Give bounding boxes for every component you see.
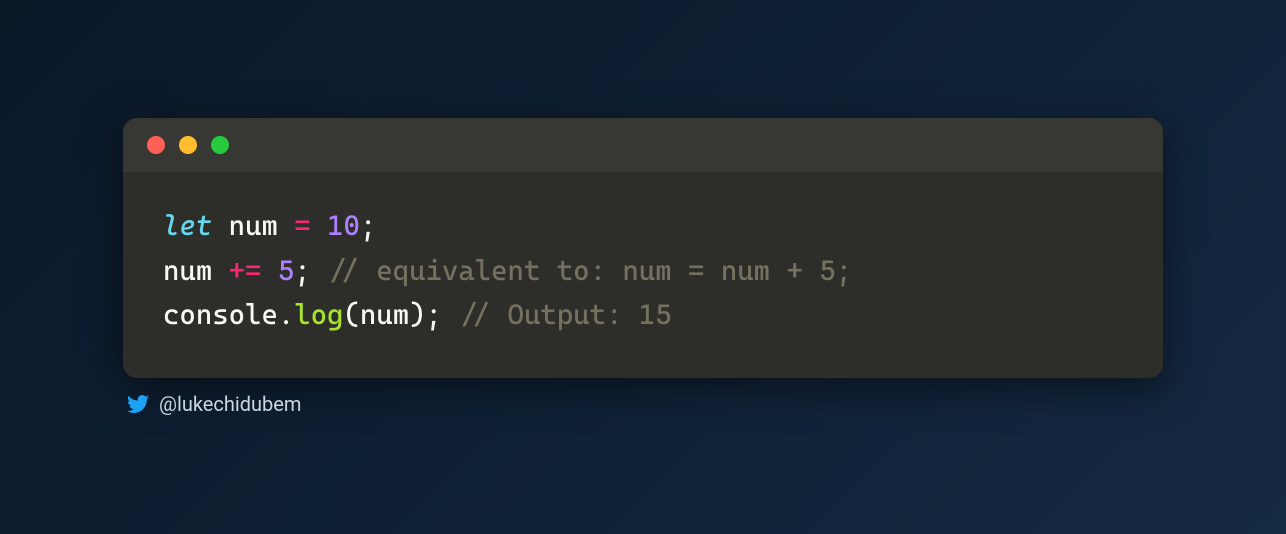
comment-output: // Output: 15 (458, 298, 671, 331)
comment-equivalent: // equivalent to: num = num + 5; (327, 254, 852, 287)
code-line-1: let num = 10; (163, 204, 1123, 249)
window-title-bar (123, 118, 1163, 172)
semicolon: ; (294, 254, 327, 287)
identifier-num: num (212, 209, 294, 242)
code-body: let num = 10; num += 5; // equivalent to… (123, 172, 1163, 378)
operator-equals: = (294, 209, 310, 242)
paren-open: ( (343, 298, 359, 331)
attribution: @lukechidubem (123, 392, 1163, 416)
method-log: log (294, 298, 343, 331)
code-window: let num = 10; num += 5; // equivalent to… (123, 118, 1163, 378)
semicolon: ; (360, 209, 376, 242)
identifier-console: console (163, 298, 278, 331)
number-10: 10 (311, 209, 360, 242)
minimize-icon[interactable] (179, 136, 197, 154)
arg-num: num (360, 298, 409, 331)
operator-plus-equals: += (229, 254, 262, 287)
code-line-2: num += 5; // equivalent to: num = num + … (163, 249, 1123, 294)
dot: . (278, 298, 294, 331)
twitter-icon (127, 393, 149, 415)
identifier-num: num (163, 254, 229, 287)
paren-close-semicolon: ); (409, 298, 458, 331)
code-line-3: console.log(num); // Output: 15 (163, 293, 1123, 338)
twitter-handle: @lukechidubem (159, 392, 301, 416)
number-5: 5 (261, 254, 294, 287)
maximize-icon[interactable] (211, 136, 229, 154)
close-icon[interactable] (147, 136, 165, 154)
keyword-let: let (163, 209, 212, 242)
